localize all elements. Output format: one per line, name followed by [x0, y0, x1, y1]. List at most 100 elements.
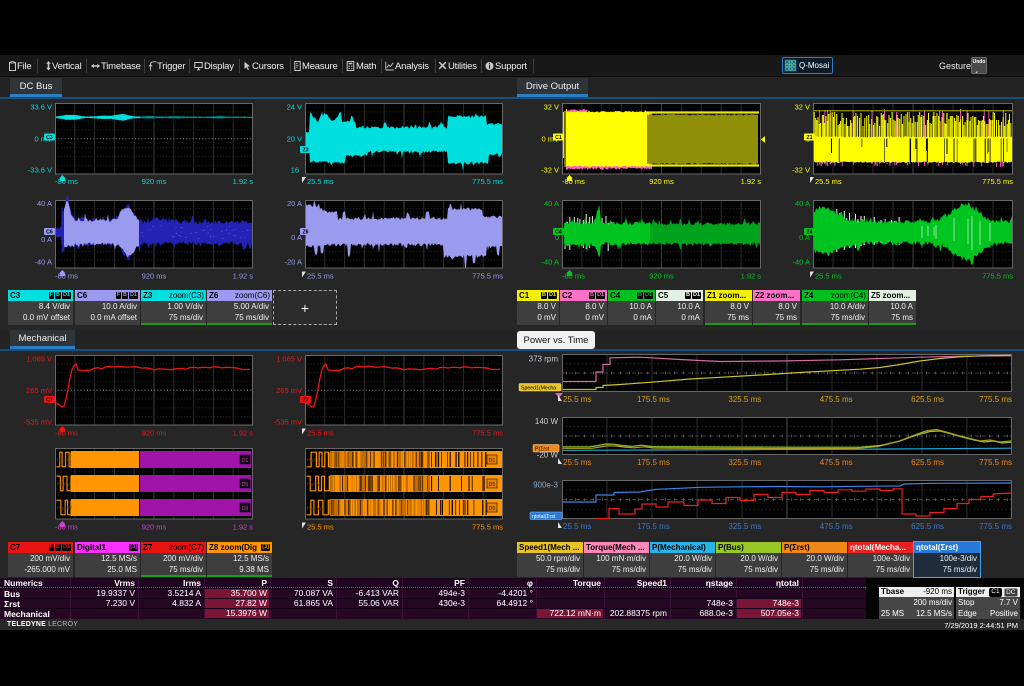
svg-text:475.5 ms: 475.5 ms	[820, 522, 853, 531]
svg-text:920 ms: 920 ms	[142, 523, 167, 532]
svg-text:-32 V: -32 V	[541, 166, 559, 175]
svg-text:C3: C3	[46, 135, 53, 141]
svg-text:25.5 ms: 25.5 ms	[307, 272, 334, 281]
svg-text:D5: D5	[489, 482, 496, 488]
svg-text:625.5 ms: 625.5 ms	[911, 522, 944, 531]
svg-text:-80 ms: -80 ms	[562, 272, 585, 281]
svg-text:775.5 ms: 775.5 ms	[982, 272, 1013, 281]
svg-text:140 W: 140 W	[535, 417, 559, 426]
svg-text:25.5 ms: 25.5 ms	[563, 458, 591, 467]
svg-text:175.5 ms: 175.5 ms	[637, 395, 670, 404]
svg-text:920 ms: 920 ms	[649, 177, 674, 186]
svg-text:40 A: 40 A	[544, 199, 559, 208]
svg-text:920 ms: 920 ms	[649, 272, 674, 281]
svg-text:775.5 ms: 775.5 ms	[979, 395, 1012, 404]
svg-text:325.5 ms: 325.5 ms	[728, 522, 761, 531]
svg-text:775.5 ms: 775.5 ms	[472, 177, 503, 186]
svg-text:C7: C7	[46, 397, 53, 403]
svg-text:25.5 ms: 25.5 ms	[563, 395, 591, 404]
svg-text:475.5 ms: 475.5 ms	[820, 395, 853, 404]
svg-text:C4: C4	[555, 229, 562, 235]
svg-text:20 V: 20 V	[287, 134, 302, 143]
svg-text:-535 mV: -535 mV	[274, 418, 302, 427]
svg-text:D9: D9	[489, 506, 496, 512]
svg-text:775.5 ms: 775.5 ms	[472, 523, 503, 532]
svg-text:Hall V: Hall V	[307, 482, 321, 488]
svg-text:920 ms: 920 ms	[142, 272, 167, 281]
svg-text:Hall W: Hall W	[307, 506, 322, 512]
svg-text:Z3: Z3	[302, 147, 308, 153]
svg-text:ηtotal(Σrst: ηtotal(Σrst	[532, 514, 556, 520]
svg-text:-33.6 V: -33.6 V	[28, 166, 52, 175]
svg-text:1.065 V: 1.065 V	[276, 355, 302, 364]
svg-text:265 mV: 265 mV	[276, 386, 302, 395]
svg-text:1.92 s: 1.92 s	[741, 272, 762, 281]
svg-text:32 V: 32 V	[795, 103, 810, 112]
svg-text:900e-3: 900e-3	[533, 481, 558, 490]
svg-text:775.5 ms: 775.5 ms	[979, 522, 1012, 531]
svg-text:-32 V: -32 V	[792, 166, 810, 175]
svg-text:Hall U: Hall U	[57, 458, 71, 464]
svg-text:775.5 ms: 775.5 ms	[472, 272, 503, 281]
svg-text:325.5 ms: 325.5 ms	[728, 458, 761, 467]
svg-text:Hall U: Hall U	[307, 458, 321, 464]
svg-text:-80 ms: -80 ms	[562, 177, 585, 186]
svg-text:D9: D9	[242, 506, 249, 512]
svg-text:265 mV: 265 mV	[26, 386, 52, 395]
svg-text:775.5 ms: 775.5 ms	[982, 177, 1013, 186]
svg-text:32 V: 32 V	[544, 103, 559, 112]
svg-text:-40 A: -40 A	[792, 258, 810, 267]
svg-text:0 A: 0 A	[41, 235, 52, 244]
svg-text:373 rpm: 373 rpm	[529, 355, 559, 364]
svg-text:Hall V: Hall V	[57, 482, 71, 488]
svg-text:475.5 ms: 475.5 ms	[820, 458, 853, 467]
svg-text:775.5 ms: 775.5 ms	[472, 429, 503, 438]
svg-text:Z1: Z1	[806, 135, 812, 141]
svg-text:920 ms: 920 ms	[142, 429, 167, 438]
svg-text:625.5 ms: 625.5 ms	[911, 458, 944, 467]
svg-text:16: 16	[291, 166, 299, 175]
svg-text:625.5 ms: 625.5 ms	[911, 395, 944, 404]
svg-text:-80 ms: -80 ms	[55, 429, 78, 438]
svg-text:40 A: 40 A	[37, 199, 52, 208]
svg-text:C1: C1	[555, 135, 562, 141]
svg-text:Speed1(Mecha: Speed1(Mecha	[521, 386, 556, 392]
svg-text:25.5 ms: 25.5 ms	[307, 429, 334, 438]
svg-text:25.5 ms: 25.5 ms	[307, 523, 334, 532]
svg-text:20 A: 20 A	[287, 199, 302, 208]
svg-text:D1: D1	[242, 458, 249, 464]
svg-text:775.5 ms: 775.5 ms	[979, 458, 1012, 467]
svg-text:P(Σrst: P(Σrst	[535, 447, 550, 453]
svg-text:1.92 s: 1.92 s	[233, 429, 254, 438]
svg-text:C6: C6	[46, 229, 53, 235]
svg-text:D5: D5	[242, 482, 249, 488]
svg-text:920 ms: 920 ms	[142, 177, 167, 186]
svg-text:25.5 ms: 25.5 ms	[307, 177, 334, 186]
svg-text:1.92 s: 1.92 s	[233, 272, 254, 281]
svg-text:-80 ms: -80 ms	[55, 177, 78, 186]
svg-text:1.92 s: 1.92 s	[233, 523, 254, 532]
svg-text:1.92 s: 1.92 s	[233, 177, 254, 186]
svg-text:25.5 ms: 25.5 ms	[815, 272, 842, 281]
svg-text:40 A: 40 A	[795, 199, 810, 208]
svg-text:25.5 ms: 25.5 ms	[815, 177, 842, 186]
svg-text:Z6: Z6	[302, 229, 308, 235]
svg-text:-40 A: -40 A	[34, 258, 52, 267]
svg-text:175.5 ms: 175.5 ms	[637, 458, 670, 467]
svg-text:1.065 V: 1.065 V	[26, 355, 52, 364]
svg-text:33.6 V: 33.6 V	[30, 103, 52, 112]
svg-text:25.5 ms: 25.5 ms	[563, 522, 591, 531]
svg-text:325.5 ms: 325.5 ms	[728, 395, 761, 404]
svg-text:Z4: Z4	[806, 229, 812, 235]
svg-text:-20 A: -20 A	[284, 258, 302, 267]
svg-text:-80 ms: -80 ms	[55, 523, 78, 532]
svg-text:-80 ms: -80 ms	[55, 272, 78, 281]
svg-text:-40 A: -40 A	[541, 258, 559, 267]
svg-text:Z7: Z7	[302, 397, 308, 403]
svg-text:D1: D1	[489, 458, 496, 464]
svg-text:Hall W: Hall W	[57, 506, 72, 512]
svg-text:24 V: 24 V	[287, 103, 302, 112]
svg-text:175.5 ms: 175.5 ms	[637, 522, 670, 531]
svg-text:1.92 s: 1.92 s	[741, 177, 762, 186]
svg-text:-535 mV: -535 mV	[24, 418, 52, 427]
